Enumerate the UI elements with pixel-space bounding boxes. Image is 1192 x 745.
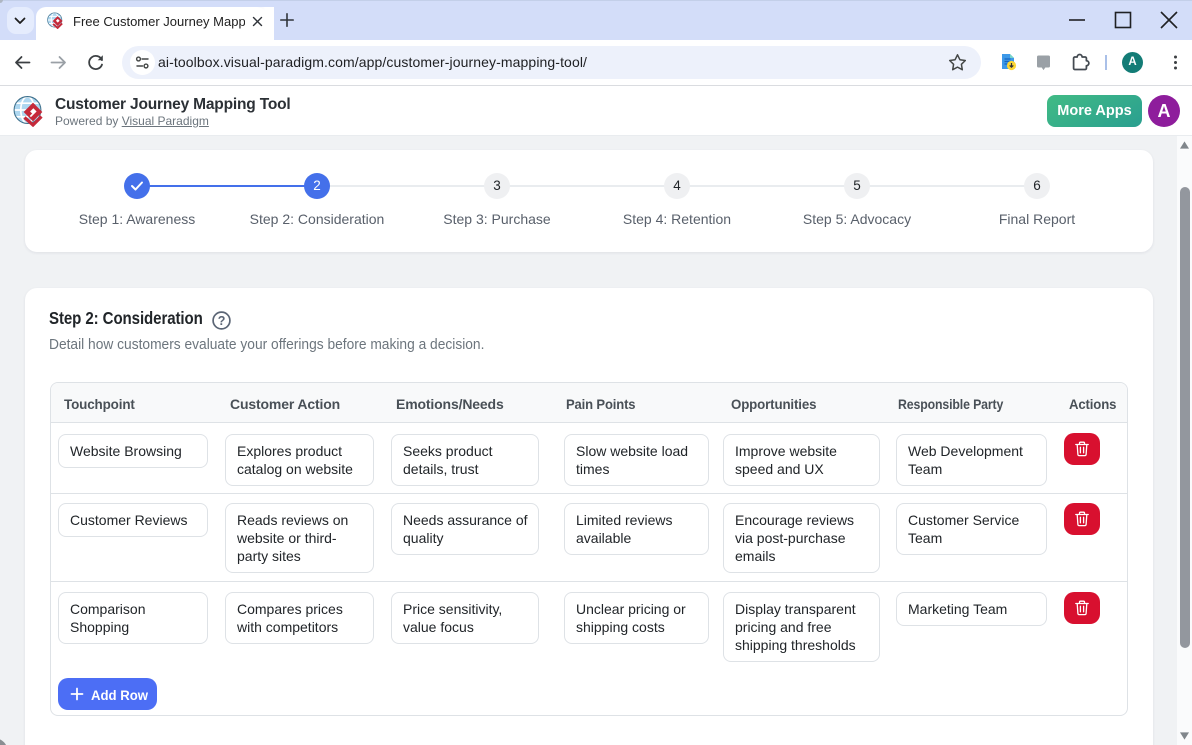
svg-text:?: ? xyxy=(218,314,226,328)
